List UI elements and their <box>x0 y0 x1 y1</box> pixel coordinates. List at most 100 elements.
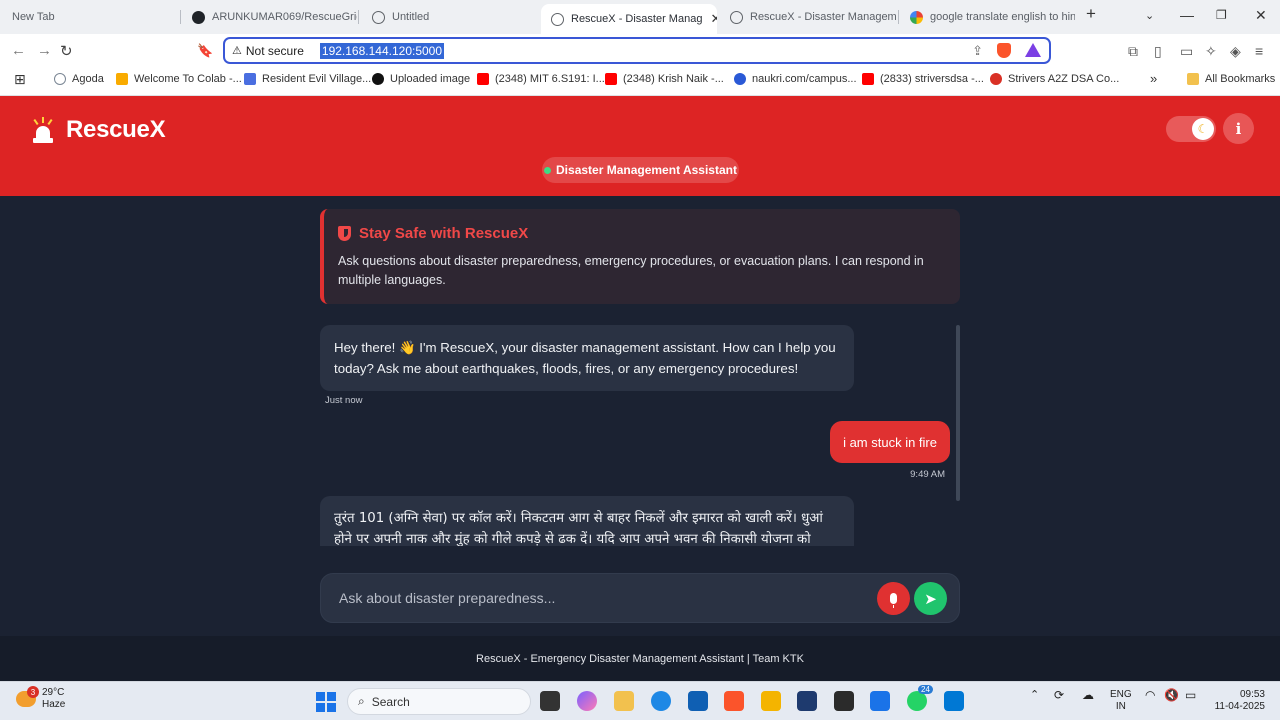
wifi-icon[interactable]: ◠ <box>1145 689 1155 701</box>
task-view-icon[interactable] <box>540 691 560 711</box>
notepad-icon[interactable] <box>870 691 890 711</box>
apps-grid-icon[interactable]: ⊞ <box>14 71 26 88</box>
tab-google-translate[interactable]: google translate english to hin <box>900 4 1075 30</box>
more-bookmarks-chevron-icon[interactable]: » <box>1150 71 1157 86</box>
chat-input-bar: ➤ <box>320 573 960 623</box>
tab-github[interactable]: ARUNKUMAR069/RescueGrid_i <box>182 4 357 30</box>
vscode-icon[interactable] <box>944 691 964 711</box>
bookmark-naukri[interactable]: naukri.com/campus... <box>734 73 857 85</box>
bot-message: Hey there! 👋 I'm RescueX, your disaster … <box>320 325 854 391</box>
globe-icon <box>551 12 564 26</box>
app-logo[interactable]: RescueX <box>32 116 166 144</box>
banner-title-text: Stay Safe with RescueX <box>359 225 529 242</box>
brave-icon[interactable] <box>724 691 744 711</box>
weather-icon: 3 <box>16 686 39 707</box>
language-bottom: IN <box>1115 701 1126 712</box>
close-window-button[interactable]: ✕ <box>1255 7 1267 24</box>
back-arrow-icon[interactable]: ← <box>11 42 26 59</box>
vpn-icon[interactable]: ◈ <box>1230 43 1241 60</box>
store-icon[interactable] <box>688 691 708 711</box>
brave-rewards-icon[interactable] <box>1025 42 1041 57</box>
tab-rescuex-2[interactable]: RescueX - Disaster Managemen <box>720 4 896 30</box>
browser-toolbar: ← → ↻ 🔖 ⚠ Not secure 192.168.144.120:500… <box>0 34 1280 68</box>
tab-search-chevron-icon[interactable]: ⌄ <box>1145 9 1154 22</box>
bookmark-colab[interactable]: Welcome To Colab -... <box>116 73 242 85</box>
app-header: RescueX ☾ i Disaster Management Assistan… <box>0 96 1280 196</box>
leo-ai-icon[interactable]: ✧ <box>1205 43 1217 60</box>
language-indicator[interactable]: ENG IN <box>1110 689 1132 713</box>
extensions-icon[interactable]: ⧉ <box>1128 43 1138 60</box>
chat-messages[interactable]: Hey there! 👋 I'm RescueX, your disaster … <box>320 324 960 546</box>
minimize-button[interactable]: — <box>1180 7 1194 23</box>
site-icon <box>244 73 256 85</box>
bookmarks-bar: ⊞ Agoda Welcome To Colab -... Resident E… <box>0 68 1280 96</box>
tray-chevron-icon[interactable]: ⌃ <box>1030 689 1039 701</box>
security-label[interactable]: Not secure <box>246 44 304 58</box>
copilot-icon[interactable] <box>577 691 597 711</box>
bookmark-icon[interactable]: 🔖 <box>197 43 213 59</box>
send-icon: ➤ <box>924 590 937 608</box>
whatsapp-icon[interactable]: 24 <box>907 685 933 711</box>
tab-label: ARUNKUMAR069/RescueGrid_i <box>212 11 357 23</box>
battery-icon[interactable]: ▭ <box>1185 689 1196 701</box>
google-icon <box>910 10 923 24</box>
bookmark-uploaded-image[interactable]: Uploaded image <box>372 73 470 85</box>
bookmark-agoda[interactable]: Agoda <box>54 73 104 85</box>
speaker-muted-icon[interactable]: 🔇 <box>1164 689 1179 701</box>
warning-icon[interactable]: ⚠ <box>232 44 242 57</box>
tab-label: google translate english to hin <box>930 11 1075 23</box>
all-bookmarks-folder[interactable]: All Bookmarks <box>1187 73 1275 85</box>
bookmark-resident-evil[interactable]: Resident Evil Village... <box>244 73 371 85</box>
info-button[interactable]: i <box>1223 113 1254 144</box>
theme-toggle[interactable]: ☾ <box>1166 116 1216 142</box>
edge-icon[interactable] <box>651 691 671 711</box>
file-explorer-icon[interactable] <box>614 691 634 711</box>
message-timestamp: Just now <box>325 395 363 406</box>
sidebar-icon[interactable]: ▯ <box>1154 43 1162 60</box>
weather-badge: 3 <box>27 686 39 698</box>
close-tab-icon[interactable]: ✕ <box>702 11 717 27</box>
voice-input-button[interactable] <box>877 582 910 615</box>
bookmark-label: Welcome To Colab -... <box>134 73 242 85</box>
banner-text: Ask questions about disaster preparednes… <box>338 254 924 287</box>
share-icon[interactable]: ⇪ <box>972 43 983 59</box>
status-dot <box>544 166 552 174</box>
windows-start-icon[interactable] <box>316 692 336 712</box>
bookmark-strivers-a2z[interactable]: Strivers A2Z DSA Co... <box>990 73 1119 85</box>
onedrive-icon[interactable]: ☁ <box>1082 689 1094 701</box>
bookmark-krish-naik[interactable]: (2348) Krish Naik -... <box>605 73 724 85</box>
url-text[interactable]: 192.168.144.120:5000 <box>319 42 445 59</box>
new-tab-button[interactable]: + <box>1086 4 1096 24</box>
weather-widget[interactable]: 3 29°C Haze <box>16 686 65 711</box>
bookmark-label: (2348) MIT 6.S191: I... <box>495 73 605 85</box>
clock[interactable]: 09:53 11-04-2025 <box>1210 689 1265 713</box>
bookmark-label: (2348) Krish Naik -... <box>623 73 724 85</box>
tab-untitled[interactable]: Untitled <box>362 4 537 30</box>
chat-scrollbar[interactable] <box>956 325 960 501</box>
send-button[interactable]: ➤ <box>914 582 947 615</box>
address-bar[interactable]: ⚠ Not secure 192.168.144.120:5000 ⇪ <box>223 37 1051 64</box>
wallet-icon[interactable]: ▭ <box>1180 43 1193 60</box>
powerbi-icon[interactable] <box>761 691 781 711</box>
app-footer: RescueX - Emergency Disaster Management … <box>0 636 1280 681</box>
safety-banner: Stay Safe with RescueX Ask questions abo… <box>320 209 960 304</box>
banner-title: Stay Safe with RescueX <box>338 225 944 242</box>
maximize-button[interactable]: ❐ <box>1216 8 1227 22</box>
youtube-icon <box>862 73 874 85</box>
reload-icon[interactable]: ↻ <box>60 42 73 60</box>
taskbar-search[interactable]: ⌕ Search <box>347 688 531 715</box>
menu-icon[interactable]: ≡ <box>1255 43 1263 59</box>
tab-new-tab[interactable]: New Tab <box>2 4 172 30</box>
bookmark-striversdsa[interactable]: (2833) striversdsa -... <box>862 73 984 85</box>
taskbar-search-label: Search <box>371 694 410 709</box>
azure-data-studio-icon[interactable] <box>797 691 817 711</box>
terminal-icon[interactable] <box>834 691 854 711</box>
siren-icon <box>32 117 54 143</box>
sync-icon[interactable]: ⟳ <box>1054 689 1064 701</box>
bookmark-mit[interactable]: (2348) MIT 6.S191: I... <box>477 73 605 85</box>
message-input[interactable] <box>339 574 859 622</box>
globe-icon <box>54 73 66 85</box>
tab-rescuex-active[interactable]: RescueX - Disaster Manag ✕ <box>541 4 717 34</box>
forward-arrow-icon[interactable]: → <box>37 42 52 59</box>
brave-shields-icon[interactable] <box>997 42 1011 58</box>
